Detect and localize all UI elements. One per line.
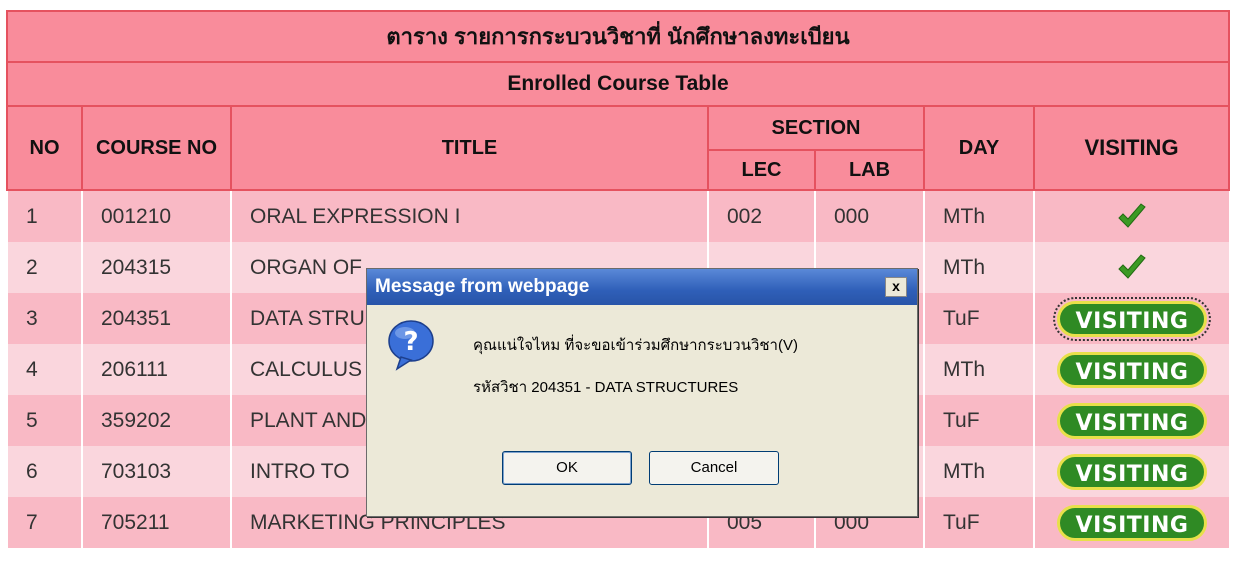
row-no: 7	[6, 497, 82, 548]
row-no: 2	[6, 242, 82, 293]
row-day: TuF	[923, 395, 1034, 446]
dialog-message-line1: คุณแน่ใจไหม ที่จะขอเข้าร่วมศึกษากระบวนวิ…	[473, 337, 798, 354]
header-visiting: VISITING	[1033, 105, 1230, 191]
row-visiting: VISITING	[1033, 395, 1229, 446]
header-section: SECTION	[707, 105, 925, 151]
dialog-message-line2: รหัสวิชา 204351 - DATA STRUCTURES	[473, 379, 739, 396]
cancel-button[interactable]: Cancel	[649, 451, 779, 485]
dialog-title-bar: Message from webpage x	[367, 269, 917, 305]
header-lec: LEC	[707, 149, 816, 191]
row-day: TuF	[923, 497, 1034, 548]
message-dialog: Message from webpage x ? คุณแน่ใจไหม ที่…	[366, 268, 918, 517]
row-course-no: 705211	[81, 497, 231, 548]
row-day: MTh	[923, 446, 1034, 497]
header-day: DAY	[923, 105, 1035, 191]
row-visiting: VISITING	[1033, 446, 1229, 497]
row-no: 1	[6, 190, 82, 242]
row-visiting: VISITING	[1033, 497, 1229, 548]
row-lab: 000	[814, 190, 924, 242]
row-title: ORAL EXPRESSION I	[230, 190, 708, 242]
row-course-no: 206111	[81, 344, 231, 395]
visiting-button[interactable]: VISITING	[1057, 351, 1207, 388]
row-day: MTh	[923, 190, 1034, 242]
question-icon: ?	[388, 320, 434, 371]
row-course-no: 001210	[81, 190, 231, 242]
row-no: 3	[6, 293, 82, 344]
row-visiting: VISITING	[1033, 293, 1229, 344]
dialog-title: Message from webpage	[375, 276, 590, 297]
header-lab: LAB	[814, 149, 925, 191]
table-row: 1 001210 ORAL EXPRESSION I 002 000 MTh	[6, 190, 1229, 242]
row-no: 4	[6, 344, 82, 395]
row-visiting: VISITING	[1033, 344, 1229, 395]
row-day: MTh	[923, 242, 1034, 293]
row-day: MTh	[923, 344, 1034, 395]
row-lec: 002	[707, 190, 815, 242]
row-course-no: 204351	[81, 293, 231, 344]
row-course-no: 204315	[81, 242, 231, 293]
visiting-button[interactable]: VISITING	[1057, 504, 1207, 541]
row-visiting	[1033, 242, 1229, 293]
table-title-english: Enrolled Course Table	[6, 61, 1230, 107]
row-day: TuF	[923, 293, 1034, 344]
row-no: 6	[6, 446, 82, 497]
row-no: 5	[6, 395, 82, 446]
visiting-button[interactable]: VISITING	[1057, 402, 1207, 439]
header-title: TITLE	[230, 105, 709, 191]
svg-text:?: ?	[403, 327, 418, 357]
close-icon[interactable]: x	[885, 277, 907, 297]
row-course-no: 359202	[81, 395, 231, 446]
check-icon	[1118, 202, 1146, 228]
row-course-no: 703103	[81, 446, 231, 497]
check-icon	[1118, 253, 1146, 279]
header-no: NO	[6, 105, 83, 191]
visiting-button[interactable]: VISITING	[1053, 296, 1211, 341]
ok-button[interactable]: OK	[502, 451, 632, 485]
header-course-no: COURSE NO	[81, 105, 232, 191]
visiting-button[interactable]: VISITING	[1057, 453, 1207, 490]
table-title-thai: ตาราง รายการกระบวนวิชาที่ นักศึกษาลงทะเบ…	[6, 10, 1230, 63]
row-visiting	[1033, 190, 1229, 242]
